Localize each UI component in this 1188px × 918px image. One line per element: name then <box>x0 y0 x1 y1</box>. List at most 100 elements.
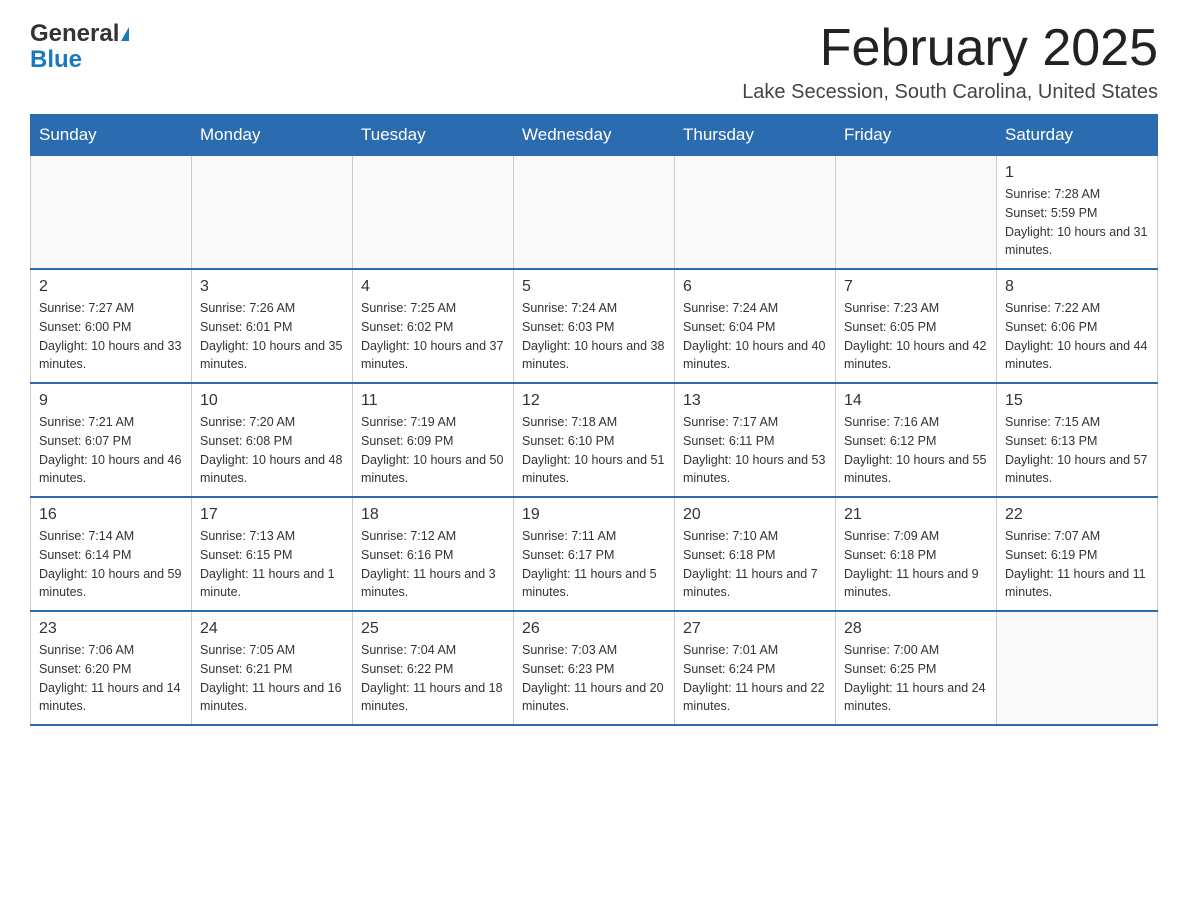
calendar-cell: 11 Sunrise: 7:19 AM Sunset: 6:09 PM Dayli… <box>353 383 514 497</box>
day-number: 18 <box>361 506 505 524</box>
header-saturday: Saturday <box>997 115 1158 156</box>
day-info: Sunrise: 7:22 AM Sunset: 6:06 PM Dayligh… <box>1005 299 1149 374</box>
header-sunday: Sunday <box>31 115 192 156</box>
calendar-cell: 12Sunrise: 7:18 AM Sunset: 6:10 PM Dayli… <box>514 383 675 497</box>
calendar-cell: 26 Sunrise: 7:03 AM Sunset: 6:23 PM Dayli… <box>514 611 675 725</box>
day-info: Sunrise: 7:11 AM Sunset: 6:17 PM Dayligh… <box>522 527 666 602</box>
calendar-cell: 9 Sunrise: 7:21 AM Sunset: 6:07 PM Daylig… <box>31 383 192 497</box>
day-number: 15 <box>1005 392 1149 410</box>
day-number: 12 <box>522 392 666 410</box>
calendar-cell: 25Sunrise: 7:04 AM Sunset: 6:22 PM Dayli… <box>353 611 514 725</box>
day-number: 25 <box>361 620 505 638</box>
day-number: 8 <box>1005 278 1149 296</box>
title-area: February 2025 Lake Secession, South Caro… <box>742 20 1158 104</box>
day-info: Sunrise: 7:14 AM Sunset: 6:14 PM Dayligh… <box>39 527 183 602</box>
calendar-cell: 23 Sunrise: 7:06 AM Sunset: 6:20 PM Dayli… <box>31 611 192 725</box>
day-number: 7 <box>844 278 988 296</box>
day-info: Sunrise: 7:00 AM Sunset: 6:25 PM Dayligh… <box>844 641 988 716</box>
header-thursday: Thursday <box>675 115 836 156</box>
day-number: 10 <box>200 392 344 410</box>
header-friday: Friday <box>836 115 997 156</box>
day-number: 6 <box>683 278 827 296</box>
day-number: 28 <box>844 620 988 638</box>
calendar-cell: 7 Sunrise: 7:23 AM Sunset: 6:05 PM Daylig… <box>836 269 997 383</box>
day-info: Sunrise: 7:07 AM Sunset: 6:19 PM Dayligh… <box>1005 527 1149 602</box>
calendar-cell <box>836 156 997 270</box>
header-tuesday: Tuesday <box>353 115 514 156</box>
day-number: 13 <box>683 392 827 410</box>
calendar-cell <box>514 156 675 270</box>
calendar-cell: 3Sunrise: 7:26 AM Sunset: 6:01 PM Daylig… <box>192 269 353 383</box>
day-info: Sunrise: 7:28 AM Sunset: 5:59 PM Dayligh… <box>1005 185 1149 260</box>
calendar-week-row: 16 Sunrise: 7:14 AM Sunset: 6:14 PM Dayli… <box>31 497 1158 611</box>
day-number: 2 <box>39 278 183 296</box>
day-info: Sunrise: 7:15 AM Sunset: 6:13 PM Dayligh… <box>1005 413 1149 488</box>
calendar-week-row: 23 Sunrise: 7:06 AM Sunset: 6:20 PM Dayli… <box>31 611 1158 725</box>
day-number: 3 <box>200 278 344 296</box>
calendar-cell: 2 Sunrise: 7:27 AM Sunset: 6:00 PM Daylig… <box>31 269 192 383</box>
calendar-cell <box>192 156 353 270</box>
day-number: 17 <box>200 506 344 524</box>
day-number: 1 <box>1005 164 1149 182</box>
calendar-week-row: 9 Sunrise: 7:21 AM Sunset: 6:07 PM Daylig… <box>31 383 1158 497</box>
calendar-cell <box>353 156 514 270</box>
day-info: Sunrise: 7:12 AM Sunset: 6:16 PM Dayligh… <box>361 527 505 602</box>
logo-blue-text: Blue <box>30 46 82 74</box>
calendar-week-row: 1 Sunrise: 7:28 AM Sunset: 5:59 PM Daylig… <box>31 156 1158 270</box>
calendar-cell <box>31 156 192 270</box>
day-info: Sunrise: 7:01 AM Sunset: 6:24 PM Dayligh… <box>683 641 827 716</box>
day-info: Sunrise: 7:03 AM Sunset: 6:23 PM Dayligh… <box>522 641 666 716</box>
day-number: 19 <box>522 506 666 524</box>
day-info: Sunrise: 7:17 AM Sunset: 6:11 PM Dayligh… <box>683 413 827 488</box>
day-number: 11 <box>361 392 505 410</box>
day-number: 9 <box>39 392 183 410</box>
day-number: 21 <box>844 506 988 524</box>
calendar-cell: 13 Sunrise: 7:17 AM Sunset: 6:11 PM Dayli… <box>675 383 836 497</box>
calendar-cell: 20Sunrise: 7:10 AM Sunset: 6:18 PM Dayli… <box>675 497 836 611</box>
day-info: Sunrise: 7:24 AM Sunset: 6:04 PM Dayligh… <box>683 299 827 374</box>
calendar-cell: 14Sunrise: 7:16 AM Sunset: 6:12 PM Dayli… <box>836 383 997 497</box>
day-info: Sunrise: 7:21 AM Sunset: 6:07 PM Dayligh… <box>39 413 183 488</box>
day-info: Sunrise: 7:19 AM Sunset: 6:09 PM Dayligh… <box>361 413 505 488</box>
calendar-cell: 10 Sunrise: 7:20 AM Sunset: 6:08 PM Dayli… <box>192 383 353 497</box>
calendar-cell: 17 Sunrise: 7:13 AM Sunset: 6:15 PM Dayli… <box>192 497 353 611</box>
calendar-cell: 8 Sunrise: 7:22 AM Sunset: 6:06 PM Daylig… <box>997 269 1158 383</box>
day-info: Sunrise: 7:06 AM Sunset: 6:20 PM Dayligh… <box>39 641 183 716</box>
day-number: 23 <box>39 620 183 638</box>
day-number: 16 <box>39 506 183 524</box>
calendar-cell: 15 Sunrise: 7:15 AM Sunset: 6:13 PM Dayli… <box>997 383 1158 497</box>
day-info: Sunrise: 7:05 AM Sunset: 6:21 PM Dayligh… <box>200 641 344 716</box>
calendar: Sunday Monday Tuesday Wednesday Thursday… <box>30 114 1158 726</box>
day-number: 20 <box>683 506 827 524</box>
calendar-cell: 5 Sunrise: 7:24 AM Sunset: 6:03 PM Daylig… <box>514 269 675 383</box>
calendar-cell: 22Sunrise: 7:07 AM Sunset: 6:19 PM Dayli… <box>997 497 1158 611</box>
day-number: 27 <box>683 620 827 638</box>
calendar-header-row: Sunday Monday Tuesday Wednesday Thursday… <box>31 115 1158 156</box>
header-wednesday: Wednesday <box>514 115 675 156</box>
day-info: Sunrise: 7:27 AM Sunset: 6:00 PM Dayligh… <box>39 299 183 374</box>
calendar-cell: 16 Sunrise: 7:14 AM Sunset: 6:14 PM Dayli… <box>31 497 192 611</box>
day-number: 26 <box>522 620 666 638</box>
day-info: Sunrise: 7:24 AM Sunset: 6:03 PM Dayligh… <box>522 299 666 374</box>
calendar-cell: 28 Sunrise: 7:00 AM Sunset: 6:25 PM Dayli… <box>836 611 997 725</box>
month-title: February 2025 <box>742 20 1158 77</box>
logo: General Blue <box>30 20 129 74</box>
calendar-cell: 4Sunrise: 7:25 AM Sunset: 6:02 PM Daylig… <box>353 269 514 383</box>
calendar-cell <box>997 611 1158 725</box>
calendar-cell: 18 Sunrise: 7:12 AM Sunset: 6:16 PM Dayli… <box>353 497 514 611</box>
calendar-cell: 6 Sunrise: 7:24 AM Sunset: 6:04 PM Daylig… <box>675 269 836 383</box>
day-info: Sunrise: 7:25 AM Sunset: 6:02 PM Dayligh… <box>361 299 505 374</box>
header-monday: Monday <box>192 115 353 156</box>
header: General Blue February 2025 Lake Secessio… <box>30 20 1158 104</box>
day-info: Sunrise: 7:13 AM Sunset: 6:15 PM Dayligh… <box>200 527 344 602</box>
day-number: 14 <box>844 392 988 410</box>
calendar-week-row: 2 Sunrise: 7:27 AM Sunset: 6:00 PM Daylig… <box>31 269 1158 383</box>
location-title: Lake Secession, South Carolina, United S… <box>742 81 1158 104</box>
calendar-cell: 19 Sunrise: 7:11 AM Sunset: 6:17 PM Dayli… <box>514 497 675 611</box>
logo-general-text: General <box>30 20 119 48</box>
day-info: Sunrise: 7:20 AM Sunset: 6:08 PM Dayligh… <box>200 413 344 488</box>
logo-triangle-icon <box>121 27 129 41</box>
day-number: 24 <box>200 620 344 638</box>
day-info: Sunrise: 7:23 AM Sunset: 6:05 PM Dayligh… <box>844 299 988 374</box>
day-number: 5 <box>522 278 666 296</box>
